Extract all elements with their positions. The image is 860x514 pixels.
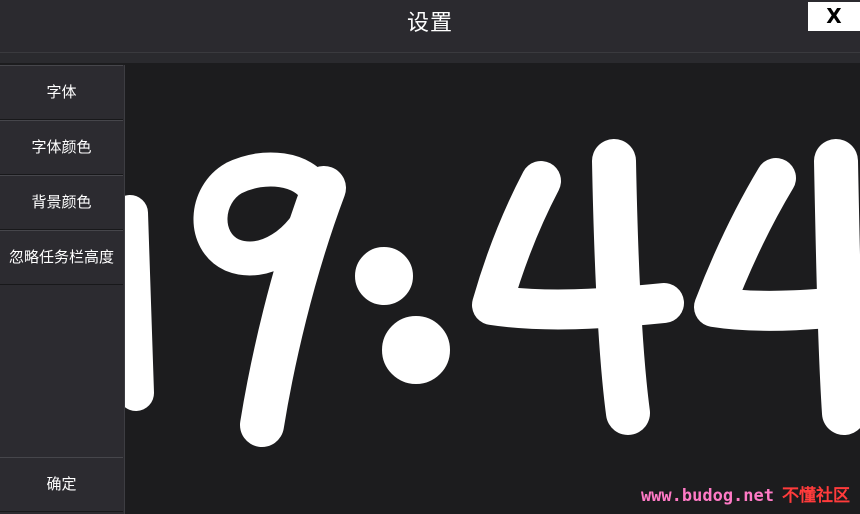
clock-digit-4-first	[472, 139, 684, 435]
confirm-button[interactable]: 确定	[0, 457, 123, 512]
watermark: www.budog.net 不懂社区	[641, 481, 850, 506]
background-color-button[interactable]: 背景颜色	[0, 175, 123, 230]
watermark-name: 不懂社区	[782, 486, 850, 506]
clock-colon	[355, 247, 450, 384]
font-button[interactable]: 字体	[0, 65, 123, 120]
settings-window: 设置 X 字体 字体颜色 背景颜色 忽略任务栏高度 确定 www.budog.n…	[0, 0, 860, 514]
close-button[interactable]: X	[808, 2, 860, 31]
clock-digit-1	[124, 195, 154, 411]
window-title: 设置	[406, 11, 453, 36]
clock-time-display	[124, 139, 860, 447]
clock-digit-4-second	[694, 139, 860, 435]
clock-preview	[124, 63, 860, 514]
clock-digit-9	[193, 152, 346, 447]
ignore-taskbar-height-button[interactable]: 忽略任务栏高度	[0, 230, 123, 285]
title-bar: 设置 X	[0, 0, 860, 53]
font-color-button[interactable]: 字体颜色	[0, 120, 123, 175]
watermark-site: www.budog.net	[640, 486, 774, 506]
title-divider	[0, 53, 860, 63]
settings-sidebar: 字体 字体颜色 背景颜色 忽略任务栏高度 确定	[0, 65, 125, 514]
